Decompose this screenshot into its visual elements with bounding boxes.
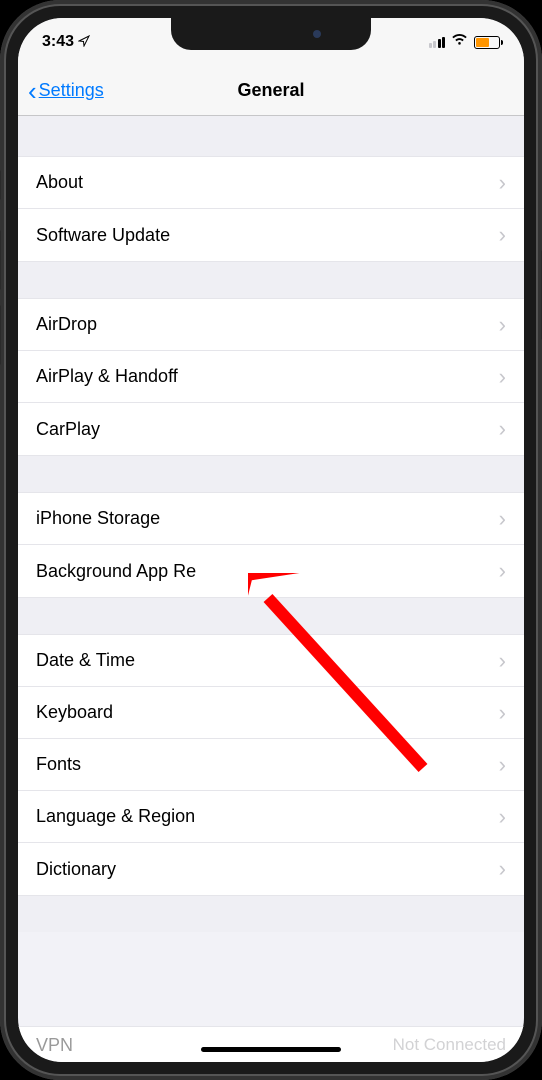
location-icon (78, 35, 90, 50)
chevron-right-icon: › (499, 364, 506, 390)
back-label: Settings (39, 80, 104, 101)
row-airdrop[interactable]: AirDrop › (18, 299, 524, 351)
row-about[interactable]: About › (18, 157, 524, 209)
chevron-right-icon: › (499, 856, 506, 882)
chevron-right-icon: › (499, 416, 506, 442)
chevron-right-icon: › (499, 558, 506, 584)
battery-icon (474, 36, 500, 49)
group-separator (18, 262, 524, 298)
status-time: 3:43 (42, 33, 74, 51)
row-label: CarPlay (36, 419, 100, 440)
row-carplay[interactable]: CarPlay › (18, 403, 524, 455)
row-label: About (36, 172, 83, 193)
navigation-bar: ‹ Settings General (18, 66, 524, 116)
group-separator (18, 116, 524, 156)
row-fonts[interactable]: Fonts › (18, 739, 524, 791)
row-background-app-refresh[interactable]: Background App Re › (18, 545, 524, 597)
chevron-right-icon: › (499, 700, 506, 726)
cellular-signal-icon (429, 37, 446, 48)
row-airplay-handoff[interactable]: AirPlay & Handoff › (18, 351, 524, 403)
settings-group: AirDrop › AirPlay & Handoff › CarPlay › (18, 298, 524, 456)
row-label: Software Update (36, 225, 170, 246)
row-label: Language & Region (36, 806, 195, 827)
row-label: Date & Time (36, 650, 135, 671)
home-indicator[interactable] (201, 1047, 341, 1052)
chevron-right-icon: › (499, 804, 506, 830)
group-separator (18, 456, 524, 492)
chevron-right-icon: › (499, 170, 506, 196)
row-label: Fonts (36, 754, 81, 775)
settings-group: iPhone Storage › Background App Re › (18, 492, 524, 598)
wifi-icon (451, 33, 468, 51)
group-separator (18, 896, 524, 932)
row-iphone-storage[interactable]: iPhone Storage › (18, 493, 524, 545)
row-date-time[interactable]: Date & Time › (18, 635, 524, 687)
settings-group: About › Software Update › (18, 156, 524, 262)
row-label: Dictionary (36, 859, 116, 880)
row-vpn-label: VPN (36, 1035, 73, 1056)
chevron-right-icon: › (499, 752, 506, 778)
row-dictionary[interactable]: Dictionary › (18, 843, 524, 895)
row-vpn-detail: Not Connected (393, 1035, 506, 1055)
chevron-right-icon: › (499, 648, 506, 674)
row-label: AirPlay & Handoff (36, 366, 178, 387)
chevron-right-icon: › (499, 506, 506, 532)
row-label: Keyboard (36, 702, 113, 723)
group-separator (18, 598, 524, 634)
row-vpn-partial[interactable]: VPN Not Connected (18, 1026, 524, 1062)
row-software-update[interactable]: Software Update › (18, 209, 524, 261)
row-language-region[interactable]: Language & Region › (18, 791, 524, 843)
phone-notch (171, 18, 371, 50)
settings-content: About›Software Update›AirDrop›AirPlay & … (18, 116, 524, 932)
back-button[interactable]: ‹ Settings (18, 78, 104, 104)
chevron-left-icon: ‹ (28, 78, 37, 104)
page-title: General (237, 80, 304, 101)
row-label: Background App Re (36, 561, 196, 582)
chevron-right-icon: › (499, 222, 506, 248)
row-label: AirDrop (36, 314, 97, 335)
row-keyboard[interactable]: Keyboard › (18, 687, 524, 739)
row-label: iPhone Storage (36, 508, 160, 529)
settings-group: Date & Time›Keyboard›Fonts›Language & Re… (18, 634, 524, 896)
chevron-right-icon: › (499, 312, 506, 338)
